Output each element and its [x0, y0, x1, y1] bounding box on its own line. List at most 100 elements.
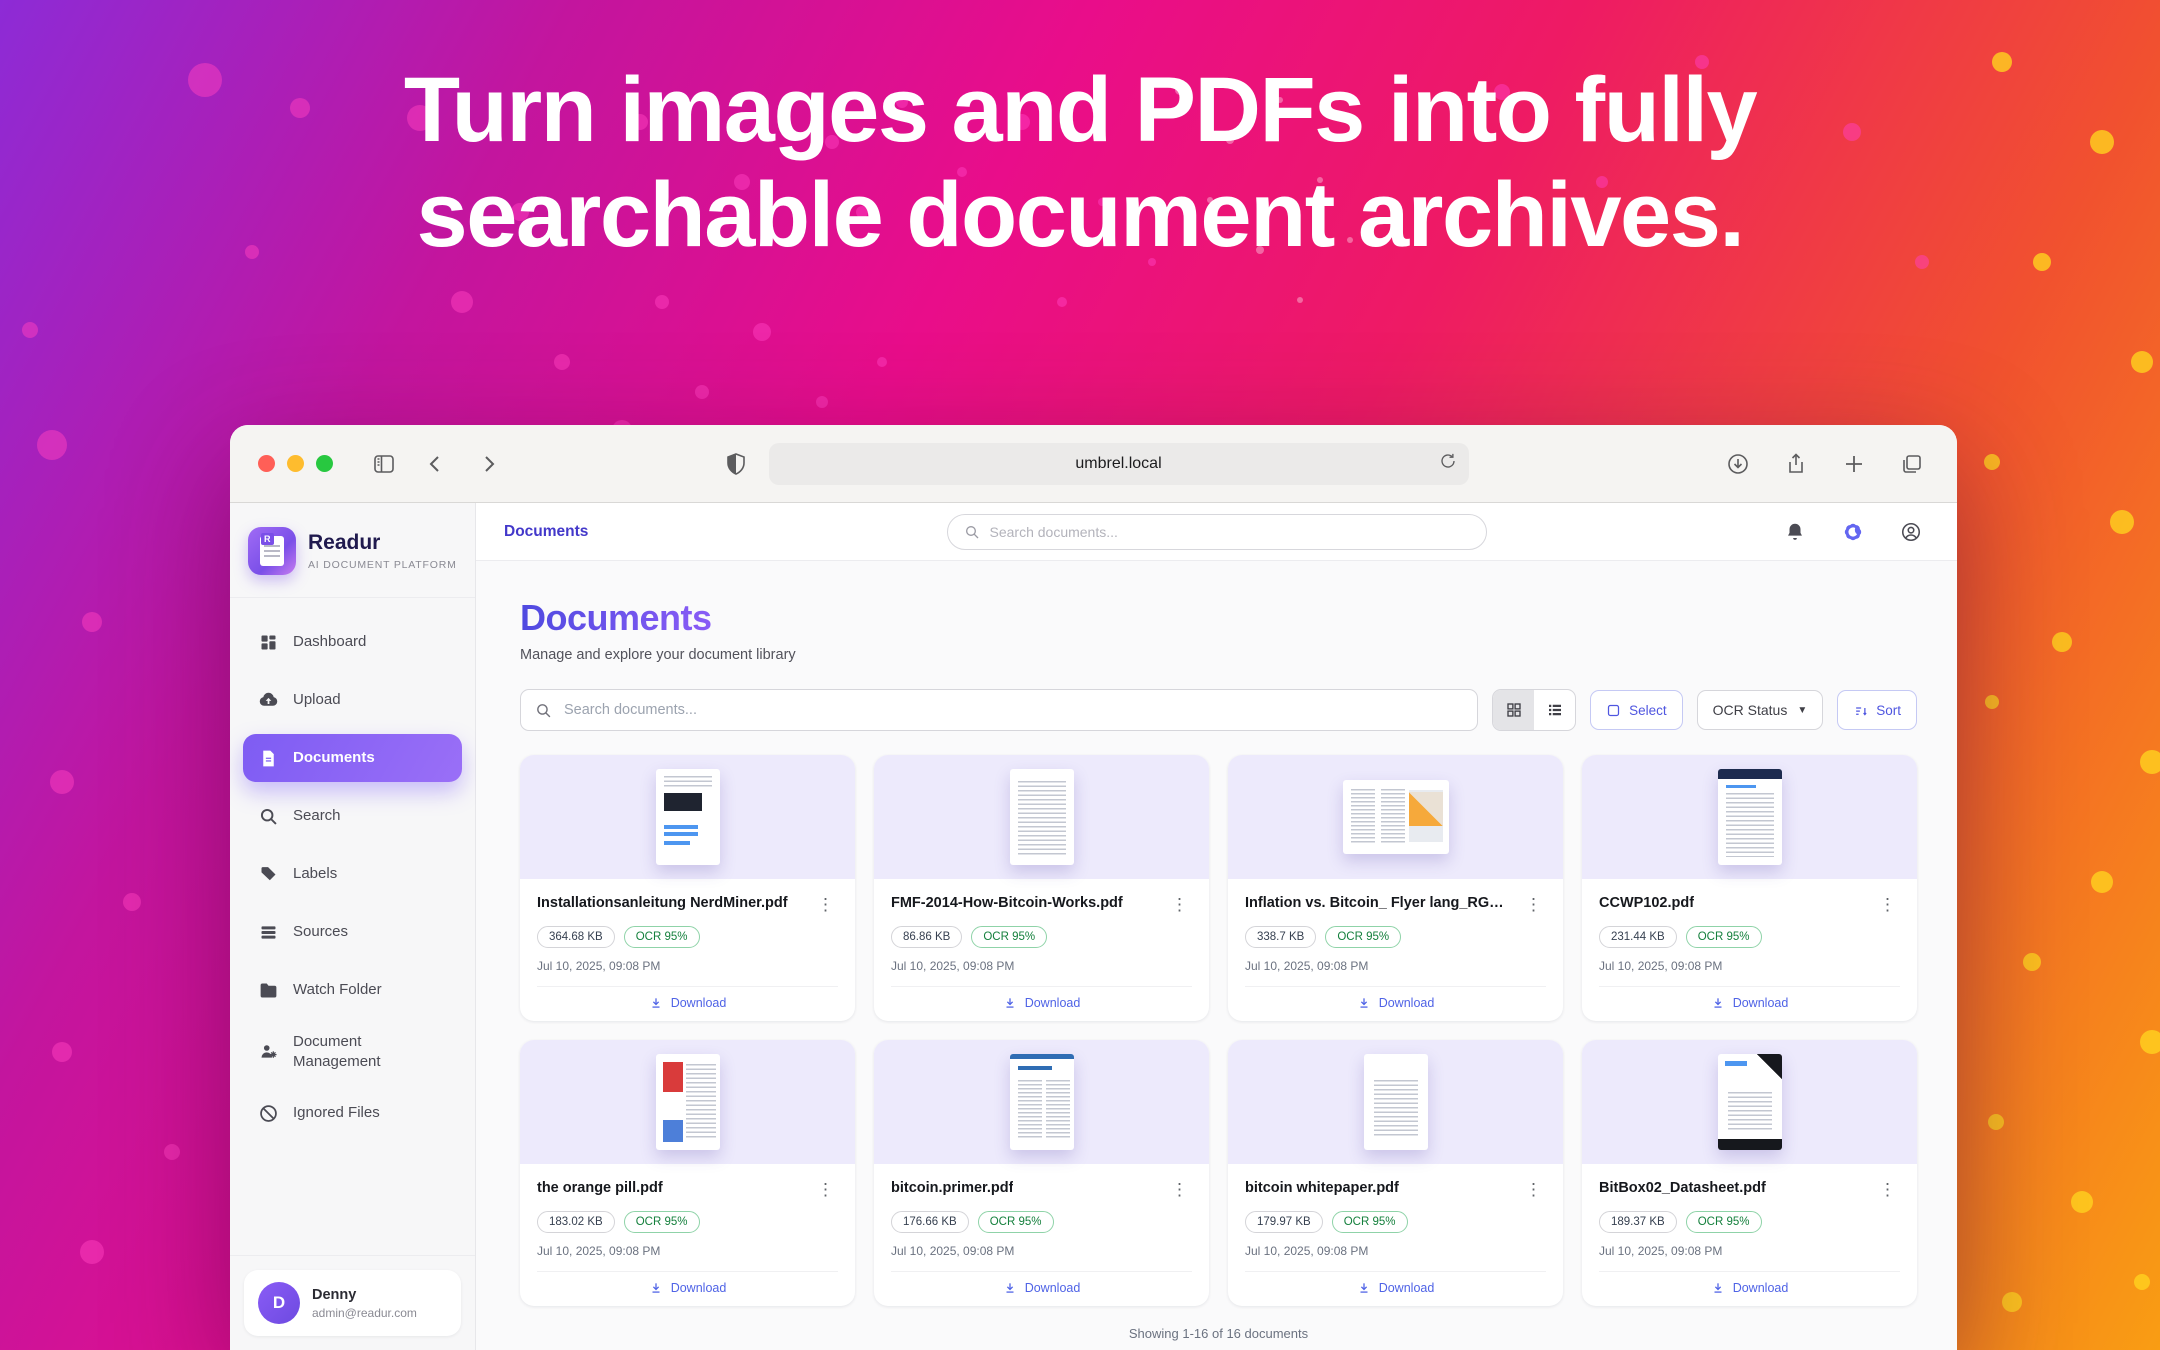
size-badge: 183.02 KB — [537, 1211, 615, 1233]
download-button[interactable]: Download — [1003, 1281, 1081, 1295]
sidebar-toggle-icon[interactable] — [367, 447, 401, 481]
brand: Readur AI DOCUMENT PLATFORM — [230, 503, 475, 598]
grid-view-button[interactable] — [1493, 690, 1534, 730]
kebab-menu-button[interactable]: ⋮ — [1521, 1179, 1546, 1200]
search-icon — [535, 702, 552, 719]
zoom-window-button[interactable] — [316, 455, 333, 472]
traffic-lights[interactable] — [258, 455, 333, 472]
address-bar[interactable]: umbrel.local — [769, 443, 1469, 485]
sidebar-item-label: Watch Folder — [293, 980, 382, 1000]
select-button[interactable]: Select — [1590, 690, 1683, 730]
user-card[interactable]: D Denny admin@readur.com — [244, 1270, 461, 1336]
kebab-menu-button[interactable]: ⋮ — [1521, 894, 1546, 915]
document-card[interactable]: FMF-2014-How-Bitcoin-Works.pdf⋮86.86 KBO… — [874, 755, 1209, 1021]
size-badge: 338.7 KB — [1245, 926, 1316, 948]
topbar-search[interactable] — [947, 514, 1487, 550]
document-card[interactable]: BitBox02_Datasheet.pdf⋮189.37 KBOCR 95%J… — [1582, 1040, 1917, 1306]
doc-thumbnail[interactable] — [1228, 755, 1563, 879]
doc-name: FMF-2014-How-Bitcoin-Works.pdf — [891, 894, 1123, 913]
sidebar-item-label: Ignored Files — [293, 1103, 380, 1123]
new-tab-icon[interactable] — [1837, 447, 1871, 481]
downloads-icon[interactable] — [1721, 447, 1755, 481]
reload-icon[interactable] — [1439, 452, 1457, 475]
document-card[interactable]: Inflation vs. Bitcoin_ Flyer lang_RGB.pd… — [1228, 755, 1563, 1021]
kebab-menu-button[interactable]: ⋮ — [1875, 1179, 1900, 1200]
doc-thumbnail[interactable] — [520, 755, 855, 879]
ocr-status-dropdown[interactable]: OCR Status▼ — [1697, 690, 1824, 730]
tab-overview-icon[interactable] — [1895, 447, 1929, 481]
document-card[interactable]: the orange pill.pdf⋮183.02 KBOCR 95%Jul … — [520, 1040, 855, 1306]
doc-thumbnail[interactable] — [1582, 755, 1917, 879]
doc-thumbnail[interactable] — [1228, 1040, 1563, 1164]
share-icon[interactable] — [1779, 447, 1813, 481]
download-label: Download — [1379, 996, 1435, 1010]
breadcrumb[interactable]: Documents — [504, 523, 588, 541]
kebab-menu-button[interactable]: ⋮ — [813, 1179, 838, 1200]
sidebar-item-documents[interactable]: Documents — [243, 734, 462, 782]
sidebar-user-section: D Denny admin@readur.com — [230, 1255, 475, 1350]
kebab-menu-button[interactable]: ⋮ — [1167, 894, 1192, 915]
download-button[interactable]: Download — [649, 996, 727, 1010]
sidebar-item-labels[interactable]: Labels — [243, 850, 462, 898]
sidebar-item-upload[interactable]: Upload — [243, 676, 462, 724]
download-button[interactable]: Download — [1357, 1281, 1435, 1295]
close-window-button[interactable] — [258, 455, 275, 472]
documents-search[interactable] — [520, 689, 1478, 731]
documents-search-input[interactable] — [564, 702, 1463, 718]
doc-thumbnail[interactable] — [520, 1040, 855, 1164]
document-card[interactable]: Installationsanleitung NerdMiner.pdf⋮364… — [520, 755, 855, 1021]
brand-tagline: AI DOCUMENT PLATFORM — [308, 559, 457, 571]
sidebar-item-dashboard[interactable]: Dashboard — [243, 618, 462, 666]
download-label: Download — [671, 1281, 727, 1295]
sidebar-item-document-management[interactable]: Document Management — [243, 1024, 462, 1079]
download-button[interactable]: Download — [1003, 996, 1081, 1010]
document-icon — [258, 748, 279, 769]
sidebar-item-sources[interactable]: Sources — [243, 908, 462, 956]
forward-button[interactable] — [471, 447, 505, 481]
sidebar-nav: Dashboard Upload Documents Search Labels Sour… — [230, 598, 475, 1157]
download-icon — [1711, 1281, 1725, 1295]
download-icon — [1357, 1281, 1371, 1295]
sidebar-item-label: Document Management — [293, 1032, 447, 1071]
doc-thumbnail[interactable] — [1582, 1040, 1917, 1164]
back-button[interactable] — [419, 447, 453, 481]
document-card[interactable]: bitcoin whitepaper.pdf⋮179.97 KBOCR 95%J… — [1228, 1040, 1563, 1306]
list-view-button[interactable] — [1534, 690, 1575, 730]
avatar: D — [258, 1282, 300, 1324]
download-button[interactable]: Download — [649, 1281, 727, 1295]
download-button[interactable]: Download — [1711, 1281, 1789, 1295]
app-topbar: Documents — [476, 503, 1957, 561]
theme-toggle-icon[interactable] — [1835, 514, 1871, 550]
doc-name: Installationsanleitung NerdMiner.pdf — [537, 894, 788, 913]
page-subtitle: Manage and explore your document library — [520, 647, 1917, 663]
document-card[interactable]: CCWP102.pdf⋮231.44 KBOCR 95%Jul 10, 2025… — [1582, 755, 1917, 1021]
doc-name: bitcoin whitepaper.pdf — [1245, 1179, 1399, 1198]
document-card[interactable]: bitcoin.primer.pdf⋮176.66 KBOCR 95%Jul 1… — [874, 1040, 1209, 1306]
hero-headline: Turn images and PDFs into fully searchab… — [0, 58, 2160, 268]
documents-grid: Installationsanleitung NerdMiner.pdf⋮364… — [520, 755, 1917, 1306]
kebab-menu-button[interactable]: ⋮ — [1875, 894, 1900, 915]
sidebar-item-label: Labels — [293, 864, 337, 884]
readur-logo-icon — [248, 527, 296, 575]
minimize-window-button[interactable] — [287, 455, 304, 472]
notifications-bell-icon[interactable] — [1777, 514, 1813, 550]
user-menu-icon[interactable] — [1893, 514, 1929, 550]
kebab-menu-button[interactable]: ⋮ — [813, 894, 838, 915]
kebab-menu-button[interactable]: ⋮ — [1167, 1179, 1192, 1200]
sidebar-item-watch-folder[interactable]: Watch Folder — [243, 966, 462, 1014]
ocr-badge: OCR 95% — [1325, 926, 1401, 948]
privacy-shield-icon[interactable] — [719, 447, 753, 481]
rows-icon — [258, 922, 279, 943]
sidebar-item-ignored-files[interactable]: Ignored Files — [243, 1089, 462, 1137]
download-icon — [1357, 996, 1371, 1010]
download-button[interactable]: Download — [1711, 996, 1789, 1010]
sort-button[interactable]: Sort — [1837, 690, 1917, 730]
doc-thumbnail[interactable] — [874, 755, 1209, 879]
sidebar-item-search[interactable]: Search — [243, 792, 462, 840]
doc-thumbnail[interactable] — [874, 1040, 1209, 1164]
view-toggle — [1492, 689, 1576, 731]
doc-name: CCWP102.pdf — [1599, 894, 1694, 913]
download-button[interactable]: Download — [1357, 996, 1435, 1010]
sidebar-item-label: Documents — [293, 748, 375, 768]
topbar-search-input[interactable] — [990, 524, 1470, 540]
